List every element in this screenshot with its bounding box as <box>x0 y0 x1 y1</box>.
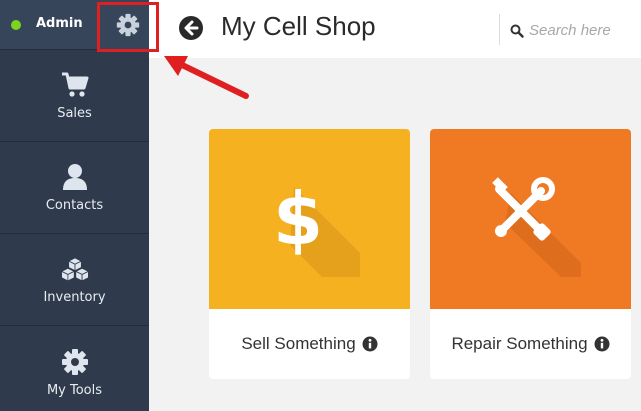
card-image: $ <box>209 129 410 309</box>
info-icon[interactable] <box>362 336 378 352</box>
sidebar: Admin Sales Contacts Inventory My Tools <box>0 0 149 411</box>
sidebar-item-label: Sales <box>57 106 92 121</box>
gear-icon <box>116 13 140 41</box>
card-footer: Sell Something <box>209 309 410 379</box>
tools-icon <box>471 157 591 281</box>
search-icon <box>510 23 524 38</box>
back-arrow-icon[interactable] <box>179 16 203 40</box>
sell-something-card[interactable]: $ Sell Something <box>209 129 410 379</box>
info-icon[interactable] <box>594 336 610 352</box>
card-label: Sell Something <box>241 334 356 353</box>
dollar-icon: $ <box>250 157 370 281</box>
sidebar-item-label: My Tools <box>46 382 103 398</box>
annotation-arrow <box>164 56 249 99</box>
user-name: Admin <box>36 16 83 31</box>
header-divider <box>499 14 500 45</box>
sidebar-item-label: Contacts <box>45 198 104 213</box>
cart-icon <box>60 70 90 100</box>
page-title: My Cell Shop <box>221 11 376 41</box>
user-icon <box>60 162 90 192</box>
online-status-dot <box>11 20 21 30</box>
gear-icon <box>60 347 90 377</box>
card-label: Repair Something <box>451 334 588 353</box>
search-input[interactable] <box>529 18 637 42</box>
card-image <box>430 129 631 309</box>
sidebar-item-sales[interactable]: Sales <box>0 50 149 142</box>
boxes-icon <box>60 254 90 284</box>
card-footer: Repair Something <box>430 309 631 379</box>
settings-button[interactable] <box>97 2 159 52</box>
sidebar-item-contacts[interactable]: Contacts <box>0 142 149 234</box>
sidebar-item-inventory[interactable]: Inventory <box>0 234 149 326</box>
sidebar-item-my-tools[interactable]: My Tools <box>0 326 149 411</box>
repair-something-card[interactable]: Repair Something <box>430 129 631 379</box>
sidebar-item-label: Inventory <box>43 290 106 305</box>
svg-text:$: $ <box>272 177 322 261</box>
